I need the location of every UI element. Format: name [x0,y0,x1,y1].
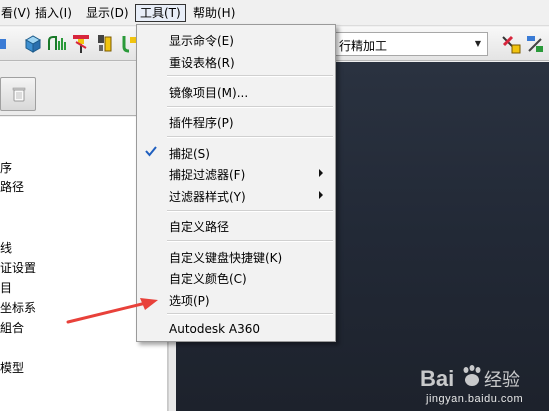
menu-separator [167,106,333,108]
menu-item-reset-tables[interactable]: 重设表格(R) [137,51,335,71]
menu-insert[interactable]: 插入(I) [31,4,76,22]
svg-text:Bai: Bai [420,366,454,391]
cube-icon[interactable] [0,33,22,55]
menu-view[interactable]: 看(V) [0,4,35,22]
tool-holder-icon[interactable] [94,33,116,55]
annotation-arrow-icon [66,298,158,324]
menu-item-customize-shortcuts[interactable]: 自定义键盘快捷键(K) [137,246,335,266]
menu-separator [167,240,333,242]
curve-icon[interactable] [46,33,68,55]
menu-separator [167,313,333,315]
tree-item-toolpaths[interactable]: 路径 [0,178,24,195]
menu-display[interactable]: 显示(D) [82,4,133,22]
watermark-url: jingyan.baidu.com [426,393,524,405]
tree-item-workplanes[interactable]: 坐标系 [0,299,36,316]
tree-item-groups[interactable]: 組合 [0,319,24,336]
tab-explorer[interactable] [0,77,36,111]
chevron-down-icon[interactable]: ▼ [469,33,487,55]
menu-tools[interactable]: 工具(T) [135,4,186,22]
menu-item-options[interactable]: 选项(P) [137,289,335,309]
menu-separator [167,75,333,77]
menu-item-mirror-items[interactable]: 镜像项目(M)... [137,81,335,101]
menu-item-filter-style[interactable]: 过滤器样式(Y) [137,185,335,205]
menu-item-customize-colors[interactable]: 自定义颜色(C) [137,267,335,287]
menu-item-autodesk-a360[interactable]: Autodesk A360 [137,319,335,339]
svg-text:经验: 经验 [484,370,520,391]
tree-item-verify-settings[interactable]: 证设置 [0,259,36,276]
settings-wrench-icon[interactable] [524,33,546,55]
cube-icon[interactable] [22,33,44,55]
check-icon [145,146,157,157]
submenu-arrow-icon [319,169,323,177]
tree-item-items[interactable]: 目 [0,279,12,296]
menu-item-snap[interactable]: 捕捉(S) [137,142,335,162]
tree-item-toolpaths-order[interactable]: 序 [0,159,12,176]
menu-separator [167,210,333,212]
drill-tool-icon[interactable] [70,33,92,55]
menu-separator [167,136,333,138]
menu-item-plugins[interactable]: 插件程序(P) [137,111,335,131]
tree-item-models[interactable]: 模型 [0,359,24,376]
menu-bar: 看(V) 插入(I) 显示(D) 工具(T) 帮助(H) [0,0,549,26]
submenu-arrow-icon [319,191,323,199]
menu-help[interactable]: 帮助(H) [189,4,239,22]
menu-item-snap-filter[interactable]: 捕捉过滤器(F) [137,163,335,183]
strategy-combo-value: 行精加工 [339,39,388,53]
menu-item-customize-paths[interactable]: 自定义路径 [137,215,335,235]
strategy-combo[interactable]: 行精加工 ▼ [330,32,488,56]
hammer-icon[interactable] [500,33,522,55]
trash-icon [12,87,26,102]
menu-item-show-commands[interactable]: 显示命令(E) [137,29,335,49]
tools-dropdown-menu: 显示命令(E) 重设表格(R) 镜像项目(M)... 插件程序(P) 捕捉(S)… [136,24,336,342]
tree-item-lines[interactable]: 线 [0,239,12,256]
